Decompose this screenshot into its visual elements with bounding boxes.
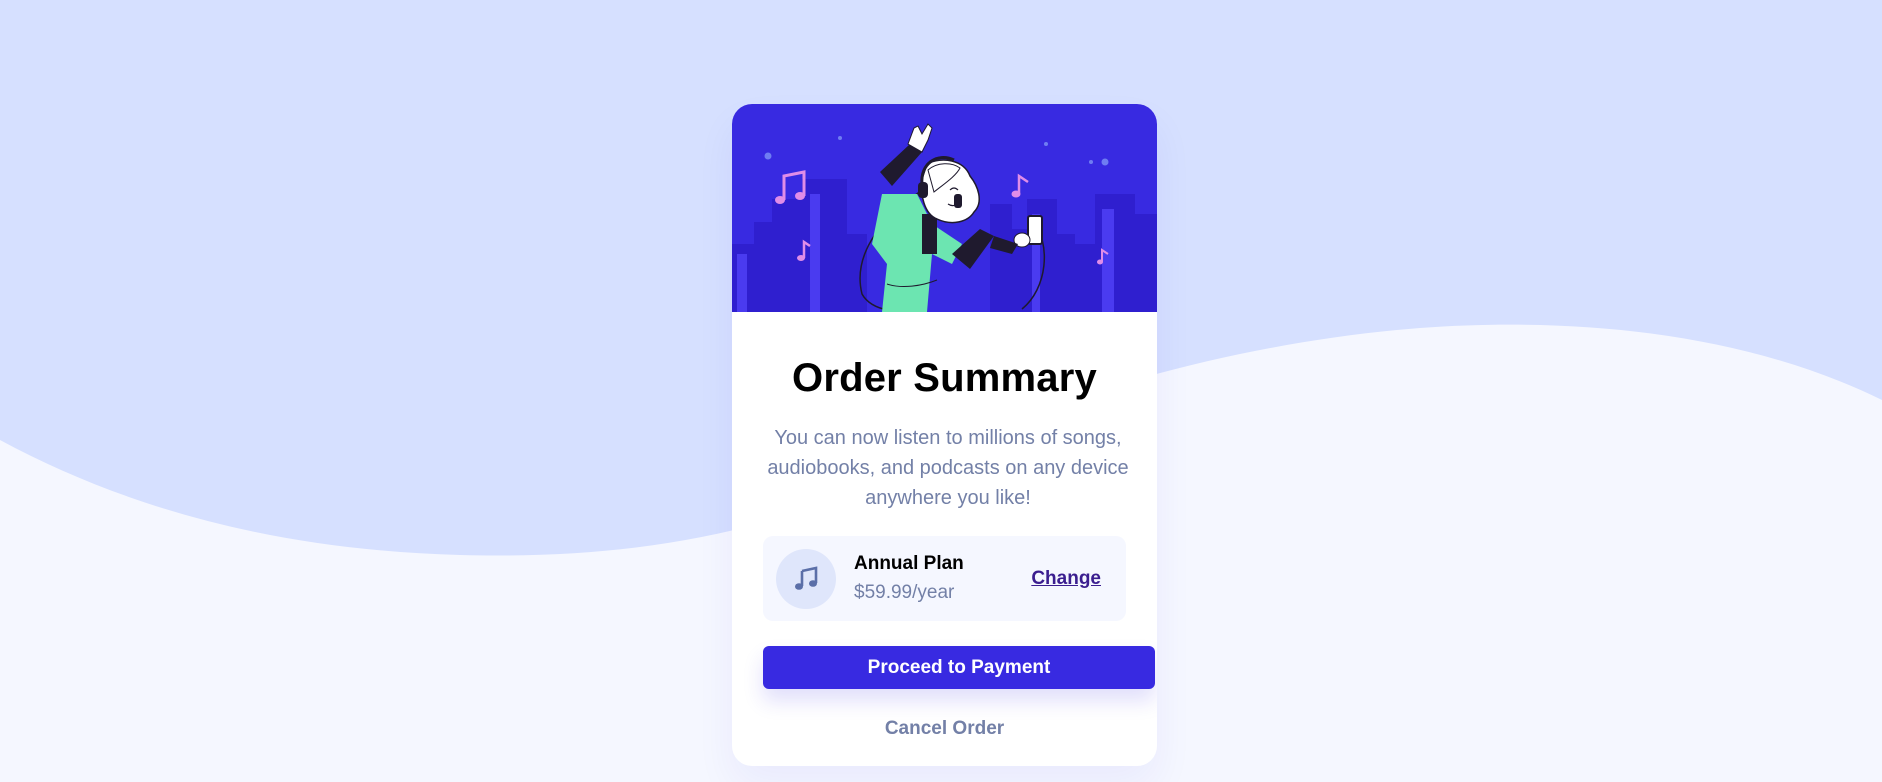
hero-illustration [732,104,1157,312]
page-title: Order Summary [792,356,1097,400]
proceed-to-payment-button[interactable]: Proceed to Payment [763,646,1155,689]
plan-price: $59.99/year [854,582,955,603]
order-summary-card: Order Summary You can now listen to mill… [732,104,1157,766]
cancel-order-button[interactable]: Cancel Order [879,717,1010,741]
plan-summary: Annual Plan $59.99/year Change [763,536,1126,621]
plan-name: Annual Plan [854,553,964,574]
change-plan-link[interactable]: Change [1031,568,1101,590]
music-note-icon [776,548,836,609]
order-description: You can now listen to millions of songs,… [767,427,1129,509]
